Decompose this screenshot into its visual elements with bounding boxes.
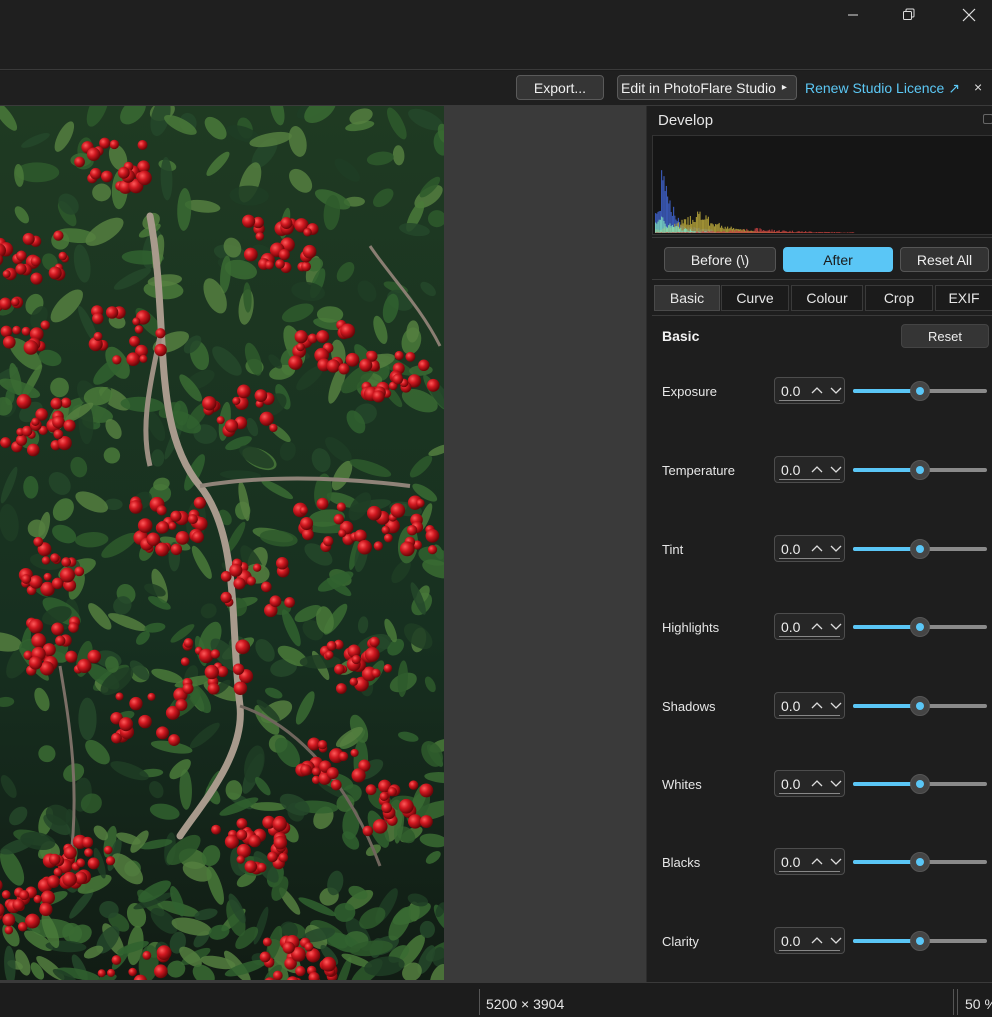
decrement-icon[interactable] bbox=[829, 856, 843, 866]
export-button[interactable]: Export... bbox=[516, 75, 604, 100]
tint-label: Tint bbox=[662, 542, 684, 557]
panel-title: Develop bbox=[658, 112, 714, 129]
adjustment-row-blacks: Blacks 0.0 bbox=[647, 848, 992, 878]
highlights-value-input[interactable]: 0.0 bbox=[774, 613, 845, 640]
edit-in-studio-button[interactable]: Edit in PhotoFlare Studio ▸ bbox=[617, 75, 797, 100]
slider-thumb[interactable] bbox=[910, 852, 930, 872]
after-button[interactable]: After bbox=[783, 247, 893, 272]
shadows-value-input[interactable]: 0.0 bbox=[774, 692, 845, 719]
exposure-value[interactable]: 0.0 bbox=[781, 383, 800, 399]
toolbar: Export... Edit in PhotoFlare Studio ▸ Re… bbox=[0, 71, 992, 106]
highlights-label: Highlights bbox=[662, 620, 720, 635]
shadows-value[interactable]: 0.0 bbox=[781, 698, 800, 714]
minimize-icon bbox=[848, 14, 858, 16]
close-icon bbox=[962, 8, 976, 22]
reset-all-button[interactable]: Reset All bbox=[900, 247, 989, 272]
slider-thumb[interactable] bbox=[910, 539, 930, 559]
clarity-label: Clarity bbox=[662, 934, 699, 949]
temperature-slider[interactable] bbox=[853, 456, 987, 483]
whites-slider[interactable] bbox=[853, 770, 987, 797]
adjustment-row-temperature: Temperature 0.0 bbox=[647, 456, 992, 486]
increment-icon[interactable] bbox=[810, 543, 824, 553]
temperature-value-input[interactable]: 0.0 bbox=[774, 456, 845, 483]
adjustment-row-tint: Tint 0.0 bbox=[647, 535, 992, 565]
histogram bbox=[652, 135, 992, 235]
increment-icon[interactable] bbox=[810, 778, 824, 788]
shadows-slider[interactable] bbox=[853, 692, 987, 719]
tint-slider[interactable] bbox=[853, 535, 987, 562]
increment-icon[interactable] bbox=[810, 700, 824, 710]
adjustment-row-highlights: Highlights 0.0 bbox=[647, 613, 992, 643]
minimize-button[interactable] bbox=[824, 0, 882, 30]
increment-icon[interactable] bbox=[810, 464, 824, 474]
adjustment-row-exposure: Exposure 0.0 bbox=[647, 377, 992, 407]
temperature-label: Temperature bbox=[662, 463, 735, 478]
edit-in-studio-label: Edit in PhotoFlare Studio bbox=[621, 79, 776, 96]
title-bar bbox=[0, 0, 992, 70]
increment-icon[interactable] bbox=[810, 856, 824, 866]
exposure-label: Exposure bbox=[662, 384, 717, 399]
histogram-chart bbox=[655, 170, 855, 233]
decrement-icon[interactable] bbox=[829, 464, 843, 474]
tab-colour[interactable]: Colour bbox=[791, 285, 863, 311]
tab-basic[interactable]: Basic bbox=[654, 285, 720, 311]
reset-button[interactable]: Reset bbox=[901, 324, 989, 348]
decrement-icon[interactable] bbox=[829, 621, 843, 631]
blacks-label: Blacks bbox=[662, 855, 701, 870]
exposure-value-input[interactable]: 0.0 bbox=[774, 377, 845, 404]
slider-thumb[interactable] bbox=[910, 931, 930, 951]
increment-icon[interactable] bbox=[810, 385, 824, 395]
temperature-value[interactable]: 0.0 bbox=[781, 462, 800, 478]
decrement-icon[interactable] bbox=[829, 543, 843, 553]
clarity-value-input[interactable]: 0.0 bbox=[774, 927, 845, 954]
increment-icon[interactable] bbox=[810, 621, 824, 631]
chevron-right-icon: ▸ bbox=[781, 82, 787, 93]
slider-thumb[interactable] bbox=[910, 696, 930, 716]
whites-value-input[interactable]: 0.0 bbox=[774, 770, 845, 797]
status-bar: 5200 × 3904 50 % bbox=[0, 982, 992, 1017]
decrement-icon[interactable] bbox=[829, 700, 843, 710]
close-window-button[interactable] bbox=[940, 0, 992, 30]
clarity-slider[interactable] bbox=[853, 927, 987, 954]
tint-value-input[interactable]: 0.0 bbox=[774, 535, 845, 562]
adjustment-row-shadows: Shadows 0.0 bbox=[647, 692, 992, 722]
blacks-value[interactable]: 0.0 bbox=[781, 854, 800, 870]
zoom-level[interactable]: 50 % bbox=[965, 996, 992, 1012]
blacks-slider[interactable] bbox=[853, 848, 987, 875]
slider-thumb[interactable] bbox=[910, 617, 930, 637]
restore-button[interactable] bbox=[880, 0, 938, 30]
image-dimensions: 5200 × 3904 bbox=[486, 996, 565, 1012]
slider-thumb[interactable] bbox=[910, 460, 930, 480]
decrement-icon[interactable] bbox=[829, 778, 843, 788]
restore-icon bbox=[903, 8, 915, 20]
increment-icon[interactable] bbox=[810, 935, 824, 945]
develop-panel: Develop Before (\) After Reset All Basic… bbox=[646, 106, 992, 982]
before-button[interactable]: Before (\) bbox=[664, 247, 776, 272]
exposure-slider[interactable] bbox=[853, 377, 987, 404]
adjustment-row-whites: Whites 0.0 bbox=[647, 770, 992, 800]
dismiss-renew-icon[interactable]: × bbox=[974, 79, 982, 95]
decrement-icon[interactable] bbox=[829, 935, 843, 945]
adjustment-row-clarity: Clarity 0.0 bbox=[647, 927, 992, 957]
image-canvas[interactable] bbox=[0, 106, 646, 982]
clarity-value[interactable]: 0.0 bbox=[781, 933, 800, 949]
blacks-value-input[interactable]: 0.0 bbox=[774, 848, 845, 875]
whites-label: Whites bbox=[662, 777, 702, 792]
berries-photo bbox=[0, 106, 444, 980]
highlights-value[interactable]: 0.0 bbox=[781, 619, 800, 635]
slider-thumb[interactable] bbox=[910, 774, 930, 794]
whites-value[interactable]: 0.0 bbox=[781, 776, 800, 792]
section-title: Basic bbox=[662, 328, 700, 344]
popout-icon[interactable] bbox=[983, 114, 992, 124]
shadows-label: Shadows bbox=[662, 699, 716, 714]
slider-thumb[interactable] bbox=[910, 381, 930, 401]
tab-exif[interactable]: EXIF bbox=[935, 285, 992, 311]
tint-value[interactable]: 0.0 bbox=[781, 541, 800, 557]
tab-crop[interactable]: Crop bbox=[865, 285, 933, 311]
highlights-slider[interactable] bbox=[853, 613, 987, 640]
photo-preview bbox=[0, 106, 444, 980]
decrement-icon[interactable] bbox=[829, 385, 843, 395]
tab-curve[interactable]: Curve bbox=[721, 285, 789, 311]
renew-licence-link[interactable]: Renew Studio Licence ↗ bbox=[805, 80, 960, 97]
